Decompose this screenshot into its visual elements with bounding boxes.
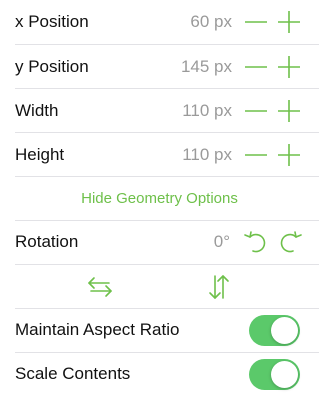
- y-position-decrease-button[interactable]: [244, 55, 268, 79]
- y-position-increase-button[interactable]: [277, 55, 301, 79]
- maintain-aspect-ratio-label: Maintain Aspect Ratio: [15, 320, 180, 339]
- plus-icon: [278, 11, 300, 33]
- rotation-row: Rotation 0°: [0, 221, 319, 264]
- flip-vertical-icon: [209, 275, 229, 299]
- plus-icon: [278, 144, 300, 166]
- width-value: 110 px: [182, 101, 232, 120]
- x-position-row: x Position 60 px: [0, 0, 319, 44]
- geometry-options-panel: x Position 60 px y Position 145 px Width…: [0, 0, 319, 396]
- minus-icon: [245, 154, 267, 156]
- y-position-row: y Position 145 px: [0, 45, 319, 89]
- rotate-right-button[interactable]: [277, 229, 303, 255]
- width-decrease-button[interactable]: [244, 99, 268, 123]
- height-value: 110 px: [182, 145, 232, 164]
- rotation-value: 0°: [213, 232, 230, 251]
- minus-icon: [245, 66, 267, 68]
- x-position-increase-button[interactable]: [277, 10, 301, 34]
- maintain-aspect-ratio-toggle[interactable]: [249, 315, 300, 346]
- scale-contents-label: Scale Contents: [15, 364, 131, 383]
- flip-horizontal-button[interactable]: [84, 271, 116, 303]
- scale-contents-row: Scale Contents: [0, 353, 319, 396]
- toggle-knob: [271, 317, 298, 344]
- rotate-right-icon: [280, 231, 302, 253]
- height-decrease-button[interactable]: [244, 143, 268, 167]
- flip-horizontal-icon: [88, 277, 112, 297]
- minus-icon: [245, 110, 267, 112]
- width-increase-button[interactable]: [277, 99, 301, 123]
- x-position-label: x Position: [15, 12, 89, 31]
- flip-row: [0, 265, 319, 307]
- height-increase-button[interactable]: [277, 143, 301, 167]
- x-position-decrease-button[interactable]: [244, 10, 268, 34]
- y-position-value: 145 px: [180, 57, 232, 76]
- toggle-knob: [271, 361, 298, 388]
- plus-icon: [278, 56, 300, 78]
- y-position-label: y Position: [15, 57, 89, 76]
- flip-vertical-button[interactable]: [203, 271, 235, 303]
- rotate-left-button[interactable]: [243, 229, 269, 255]
- rotate-left-icon: [244, 231, 266, 253]
- width-row: Width 110 px: [0, 89, 319, 133]
- maintain-aspect-ratio-row: Maintain Aspect Ratio: [0, 309, 319, 352]
- height-label: Height: [15, 145, 65, 164]
- separator: [15, 176, 319, 177]
- hide-geometry-options-button[interactable]: Hide Geometry Options: [0, 189, 319, 209]
- rotation-label: Rotation: [15, 232, 79, 251]
- minus-icon: [245, 21, 267, 23]
- width-label: Width: [15, 101, 59, 120]
- height-row: Height 110 px: [0, 133, 319, 177]
- x-position-value: 60 px: [190, 12, 232, 31]
- scale-contents-toggle[interactable]: [249, 359, 300, 390]
- plus-icon: [278, 100, 300, 122]
